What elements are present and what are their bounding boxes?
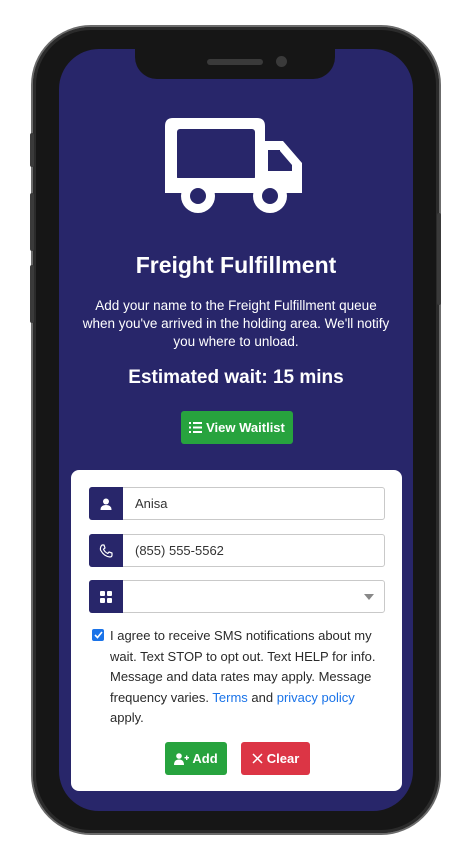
category-addon	[89, 580, 123, 613]
phone-field[interactable]: (855) 555-5562	[89, 534, 385, 567]
category-select[interactable]	[89, 580, 385, 613]
user-icon	[100, 498, 112, 510]
name-field[interactable]: Anisa	[89, 487, 385, 520]
list-icon	[189, 422, 203, 433]
truck-icon	[165, 118, 302, 213]
user-plus-icon	[174, 752, 190, 765]
power-button	[437, 213, 441, 305]
name-addon	[89, 487, 123, 520]
add-button[interactable]: Add	[165, 742, 227, 775]
phone-input[interactable]: (855) 555-5562	[135, 535, 224, 566]
add-label: Add	[192, 751, 218, 766]
chevron-down-icon[interactable]	[364, 594, 374, 600]
grid-icon	[100, 590, 112, 603]
clear-label: Clear	[266, 751, 300, 766]
sms-consent-text: I agree to receive SMS notifications abo…	[110, 626, 382, 729]
phone-addon	[89, 534, 123, 567]
consent-and: and	[251, 689, 274, 705]
privacy-policy-link[interactable]: privacy policy	[277, 690, 355, 705]
name-input[interactable]: Anisa	[135, 488, 168, 519]
sms-consent-checkbox[interactable]	[92, 629, 104, 641]
view-waitlist-button[interactable]: View Waitlist	[181, 411, 293, 444]
check-icon	[93, 631, 103, 639]
consent-apply: apply.	[110, 710, 144, 725]
mute-switch	[30, 133, 34, 167]
volume-down-button	[30, 265, 34, 323]
clear-button[interactable]: Clear	[241, 742, 310, 775]
close-icon	[252, 753, 263, 764]
phone-icon	[99, 543, 113, 558]
page-description: Add your name to the Freight Fulfillment…	[82, 298, 390, 349]
terms-link[interactable]: Terms	[212, 690, 247, 705]
page-title: Freight Fulfillment	[135, 252, 337, 278]
volume-up-button	[30, 193, 34, 251]
speaker-grille	[207, 59, 263, 65]
view-waitlist-label: View Waitlist	[206, 420, 285, 435]
estimated-wait: Estimated wait: 15 mins	[128, 367, 344, 388]
front-camera	[276, 56, 287, 67]
